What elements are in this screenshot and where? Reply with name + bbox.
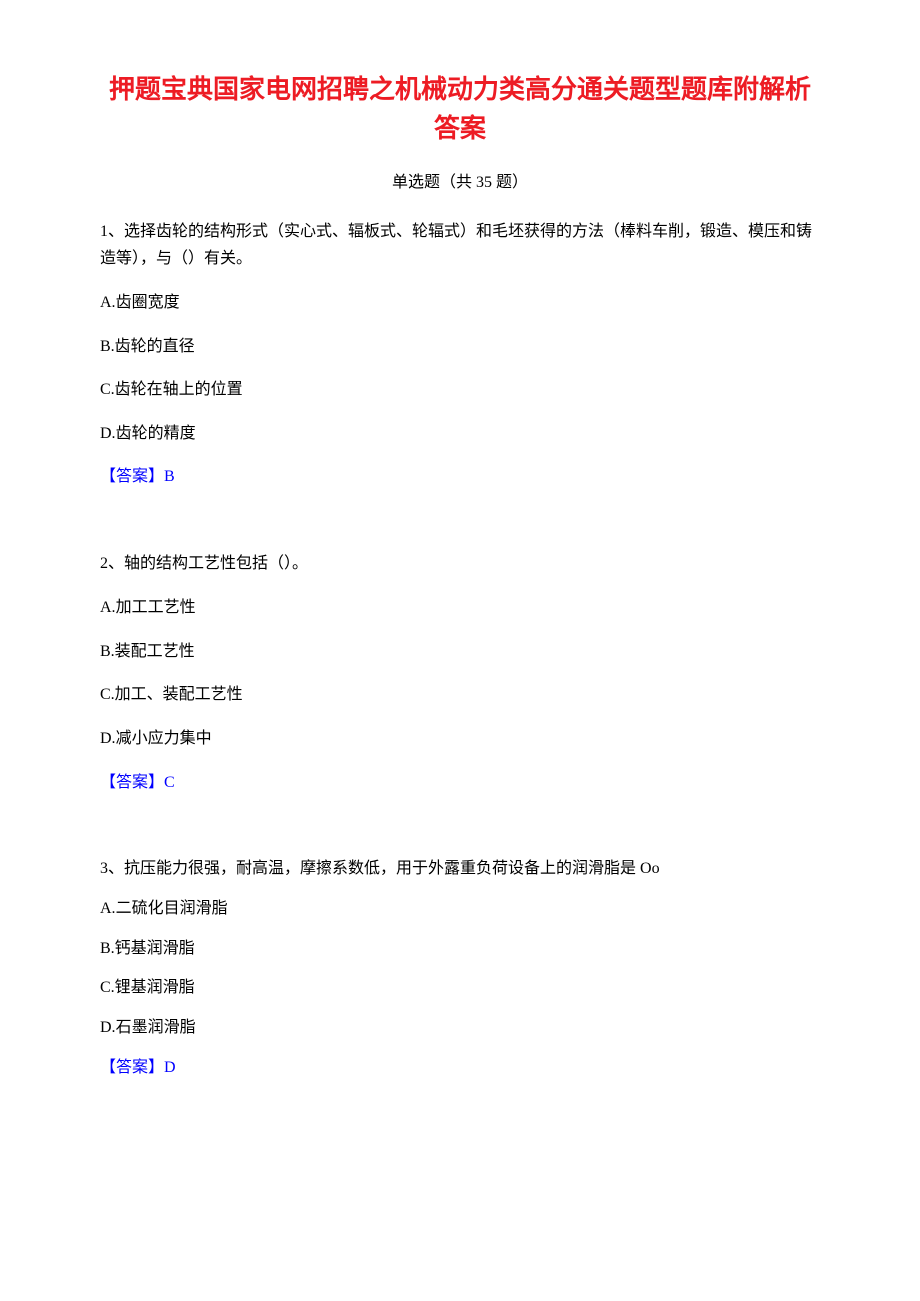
option-text: 加工、装配工艺性 [115,686,243,703]
option-label: B. [100,338,115,355]
answer-letter: D [164,1059,176,1076]
option-label: C. [100,979,115,996]
question-stem: 选择齿轮的结构形式（实心式、辐板式、轮辐式）和毛坯获得的方法（棒料车削，锻造、模… [100,223,812,267]
question-text: 2、轴的结构工艺性包括（）。 [100,550,820,577]
question-number: 1、 [100,223,124,240]
option-text: 二硫化目润滑脂 [116,900,228,917]
question-stem: 抗压能力很强，耐高温，摩擦系数低，用于外露重负荷设备上的润滑脂是 Oo [124,860,660,877]
answer-prefix: 【答案】 [100,1059,164,1076]
option: B.齿轮的直径 [100,334,820,360]
option-text: 齿轮的直径 [115,338,195,355]
option-label: C. [100,381,115,398]
option: A.二硫化目润滑脂 [100,896,820,922]
answer-letter: C [164,774,175,791]
option: D.减小应力集中 [100,726,820,752]
document-title: 押题宝典国家电网招聘之机械动力类高分通关题型题库附解析答案 [100,70,820,148]
option-text: 齿轮的精度 [116,425,196,442]
option-text: 齿圈宽度 [116,294,180,311]
question-block: 3、抗压能力很强，耐高温，摩擦系数低，用于外露重负荷设备上的润滑脂是 Oo A.… [100,855,820,1080]
answer: 【答案】B [100,464,820,490]
option-label: A. [100,599,116,616]
option-label: A. [100,900,116,917]
option-label: D. [100,730,116,747]
question-block: 1、选择齿轮的结构形式（实心式、辐板式、轮辐式）和毛坯获得的方法（棒料车削，锻造… [100,218,820,490]
option-text: 装配工艺性 [115,643,195,660]
option-text: 减小应力集中 [116,730,212,747]
option-text: 石墨润滑脂 [116,1019,196,1036]
answer-prefix: 【答案】 [100,774,164,791]
question-stem: 轴的结构工艺性包括（）。 [124,555,308,572]
answer: 【答案】D [100,1055,820,1081]
option-text: 锂基润滑脂 [115,979,195,996]
question-text: 3、抗压能力很强，耐高温，摩擦系数低，用于外露重负荷设备上的润滑脂是 Oo [100,855,820,882]
option-text: 齿轮在轴上的位置 [115,381,243,398]
option-label: D. [100,1019,116,1036]
option-label: C. [100,686,115,703]
question-number: 2、 [100,555,124,572]
document-subtitle: 单选题（共 35 题） [100,170,820,196]
option-label: A. [100,294,116,311]
option: D.石墨润滑脂 [100,1015,820,1041]
answer-prefix: 【答案】 [100,468,164,485]
option: C.加工、装配工艺性 [100,682,820,708]
option-label: B. [100,940,115,957]
question-number: 3、 [100,860,124,877]
answer: 【答案】C [100,770,820,796]
answer-letter: B [164,468,175,485]
option: B.钙基润滑脂 [100,936,820,962]
option-text: 加工工艺性 [116,599,196,616]
option-label: D. [100,425,116,442]
option: A.加工工艺性 [100,595,820,621]
option-label: B. [100,643,115,660]
option: D.齿轮的精度 [100,421,820,447]
option: B.装配工艺性 [100,639,820,665]
option-text: 钙基润滑脂 [115,940,195,957]
option: C.锂基润滑脂 [100,975,820,1001]
option: C.齿轮在轴上的位置 [100,377,820,403]
option: A.齿圈宽度 [100,290,820,316]
question-text: 1、选择齿轮的结构形式（实心式、辐板式、轮辐式）和毛坯获得的方法（棒料车削，锻造… [100,218,820,272]
question-block: 2、轴的结构工艺性包括（）。 A.加工工艺性 B.装配工艺性 C.加工、装配工艺… [100,550,820,795]
